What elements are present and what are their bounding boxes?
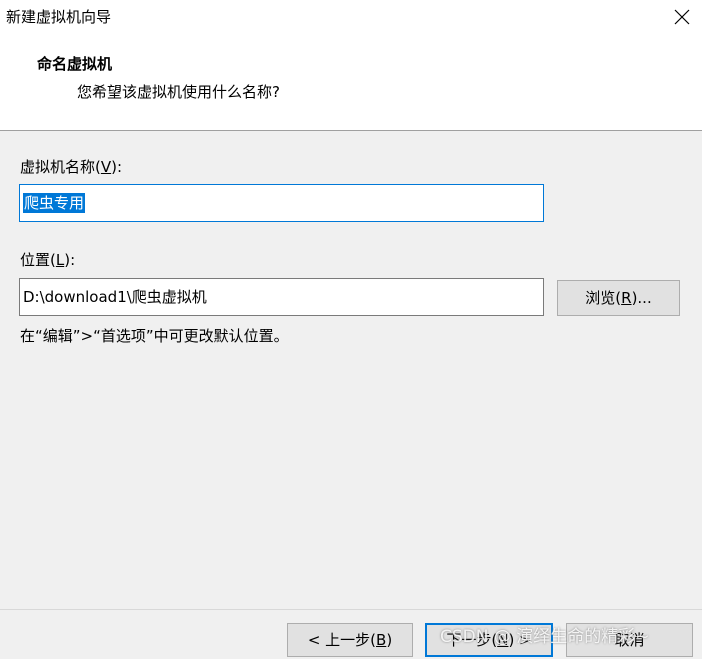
page-heading: 命名虚拟机	[37, 55, 113, 73]
window-title: 新建虚拟机向导	[6, 8, 112, 26]
location-label: 位置(L):	[20, 251, 76, 269]
location-value: D:\download1\爬虫虚拟机	[23, 288, 207, 306]
wizard-header: 新建虚拟机向导 命名虚拟机 您希望该虚拟机使用什么名称?	[0, 0, 702, 131]
close-icon	[674, 9, 690, 25]
vm-name-input[interactable]: 爬虫专用	[19, 184, 544, 222]
browse-button[interactable]: 浏览(R)...	[557, 280, 680, 316]
cancel-button[interactable]: 取消	[566, 623, 693, 657]
location-input[interactable]: D:\download1\爬虫虚拟机	[19, 278, 544, 316]
close-button[interactable]	[668, 4, 696, 30]
next-button[interactable]: 下一步(N) >	[425, 623, 553, 657]
location-hint: 在“编辑”>“首选项”中可更改默认位置。	[20, 327, 289, 345]
page-description: 您希望该虚拟机使用什么名称?	[77, 83, 280, 101]
back-button[interactable]: < 上一步(B)	[287, 623, 413, 657]
vm-name-value: 爬虫专用	[23, 193, 86, 213]
vm-name-label: 虚拟机名称(V):	[20, 158, 123, 176]
